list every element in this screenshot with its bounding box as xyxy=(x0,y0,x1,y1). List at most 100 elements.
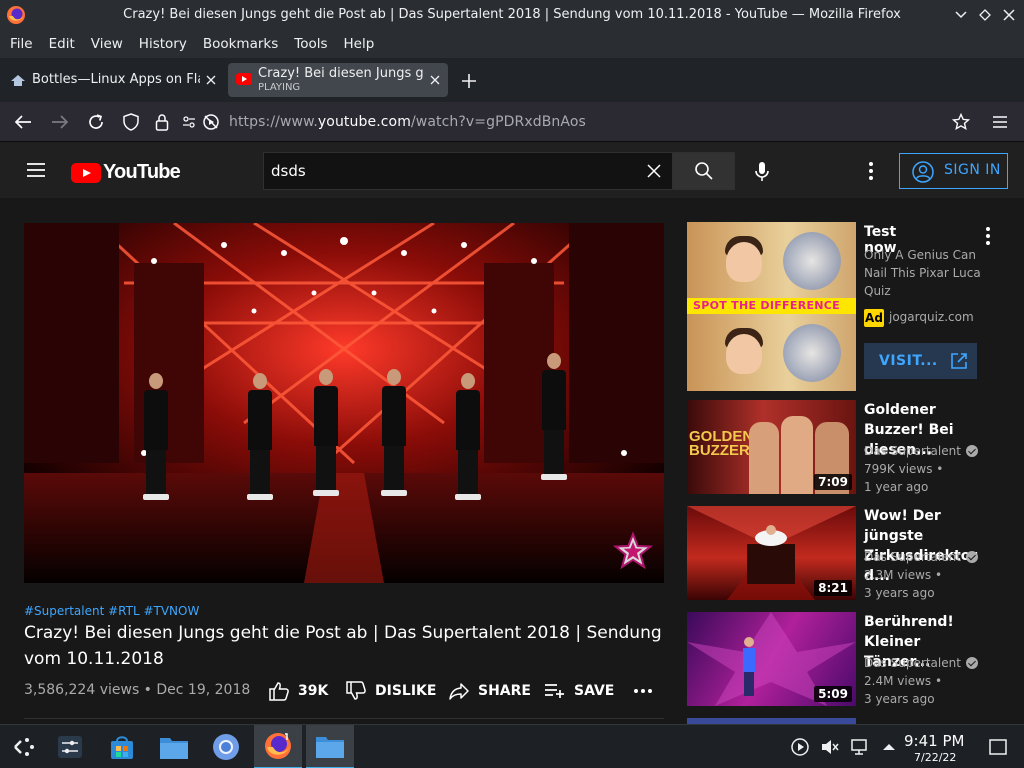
bookmark-star-button[interactable] xyxy=(950,111,972,133)
reload-button[interactable] xyxy=(85,111,107,133)
view-count: 2.4M views • xyxy=(864,674,943,688)
recommended-video[interactable]: 5:09 Berührend! Kleiner Tänzer... Das Su… xyxy=(687,612,1017,707)
menu-edit[interactable]: Edit xyxy=(41,30,83,58)
autoplay-blocked-icon[interactable] xyxy=(202,113,220,131)
tab-youtube-video[interactable]: Crazy! Bei diesen Jungs geh PLAYING xyxy=(228,63,448,97)
application-launcher-button[interactable] xyxy=(0,725,48,768)
guide-menu-icon[interactable] xyxy=(26,162,46,178)
minimize-button[interactable] xyxy=(950,4,972,26)
new-tab-icon[interactable] xyxy=(458,70,480,92)
media-player-icon[interactable] xyxy=(790,737,810,757)
youtube-wordmark: YouTube xyxy=(103,161,181,183)
performer xyxy=(246,373,274,500)
tab-playing-label: PLAYING xyxy=(258,82,301,93)
file-manager-taskbar[interactable] xyxy=(150,725,198,768)
settings-menu-button[interactable] xyxy=(862,159,880,183)
close-window-button[interactable] xyxy=(998,4,1020,26)
menu-bookmarks[interactable]: Bookmarks xyxy=(195,30,286,58)
system-settings-taskbar[interactable] xyxy=(46,725,94,768)
ad-description: Only A Genius Can Nail This Pixar Luca Q… xyxy=(864,248,981,298)
recommended-video[interactable]: GOLDEN BUZZER 7:09 Goldener Buzzer! Bei … xyxy=(687,400,1017,495)
maximize-button[interactable] xyxy=(974,4,996,26)
video-duration: 7:09 xyxy=(814,474,852,490)
search-button[interactable] xyxy=(672,152,735,190)
search-value: dsds xyxy=(271,162,306,180)
firefox-taskbar[interactable] xyxy=(254,725,302,768)
performer xyxy=(454,373,482,500)
url-text[interactable]: https://www.youtube.com/watch?v=gPDRxdBn… xyxy=(229,114,586,130)
verified-icon xyxy=(965,657,978,669)
app-menu-button[interactable] xyxy=(989,111,1011,133)
menu-tools[interactable]: Tools xyxy=(286,30,335,58)
video-player[interactable] xyxy=(24,223,664,583)
forward-button[interactable] xyxy=(49,111,71,133)
close-icon[interactable] xyxy=(204,73,218,87)
channel-name[interactable]: Das Supertalent xyxy=(864,550,978,564)
share-button[interactable]: SHARE xyxy=(448,679,531,703)
sign-in-label: SIGN IN xyxy=(944,162,1001,178)
ad-visit-label: VISIT... xyxy=(879,353,938,369)
performer xyxy=(380,369,408,496)
youtube-logo[interactable]: YouTube xyxy=(71,161,181,184)
tab-title: Crazy! Bei diesen Jungs geh xyxy=(258,66,424,81)
video-thumbnail[interactable]: 5:09 xyxy=(687,612,856,706)
clock-date[interactable]: 7/22/22 xyxy=(914,751,956,764)
menu-view[interactable]: View xyxy=(83,30,131,58)
dislike-label: DISLIKE xyxy=(375,683,437,699)
software-center-taskbar[interactable] xyxy=(98,725,146,768)
chromium-icon xyxy=(213,734,239,760)
more-vertical-icon[interactable] xyxy=(984,226,992,246)
performer xyxy=(312,369,340,496)
ad-badge: Ad xyxy=(864,309,884,327)
save-button[interactable]: SAVE xyxy=(544,679,614,703)
close-icon[interactable] xyxy=(428,73,442,87)
show-desktop-icon[interactable] xyxy=(988,737,1008,757)
shield-icon[interactable] xyxy=(123,113,139,131)
sign-in-button[interactable]: SIGN IN xyxy=(899,153,1008,189)
share-icon xyxy=(449,683,469,700)
video-thumbnail[interactable]: GOLDEN BUZZER 7:09 xyxy=(687,400,856,494)
thumbnail-text: GOLDEN BUZZER xyxy=(689,428,754,459)
file-manager-window-taskbar[interactable] xyxy=(306,725,354,768)
channel-name[interactable]: Das Supertalent xyxy=(864,656,978,670)
arrow-left-icon xyxy=(14,115,31,129)
diamond-icon xyxy=(979,9,991,21)
view-count: 799K views • xyxy=(864,462,944,476)
tab-title: Bottles—Linux Apps on Fla xyxy=(32,72,200,87)
chevron-up-icon[interactable] xyxy=(879,737,899,757)
dislike-button[interactable]: DISLIKE xyxy=(345,679,436,703)
divider xyxy=(24,718,664,719)
voice-search-button[interactable] xyxy=(743,153,781,191)
folder-icon xyxy=(160,738,188,759)
volume-muted-icon[interactable] xyxy=(820,737,840,757)
menu-help[interactable]: Help xyxy=(336,30,383,58)
video-hashtags[interactable]: #Supertalent #RTL #TVNOW xyxy=(24,604,199,618)
channel-name[interactable]: Das Supertalent xyxy=(864,444,978,458)
more-actions-button[interactable] xyxy=(634,679,660,703)
permissions-icon[interactable] xyxy=(182,115,196,129)
like-button[interactable]: 39K xyxy=(268,679,328,703)
url-bar[interactable]: https://www.youtube.com/watch?v=gPDRxdBn… xyxy=(116,106,986,138)
menu-history[interactable]: History xyxy=(131,30,195,58)
verified-icon xyxy=(965,445,978,457)
ad-domain: jogarquiz.com xyxy=(889,310,974,324)
clear-search-icon[interactable] xyxy=(646,163,662,179)
recommended-video[interactable]: 8:21 Wow! Der jüngste Zirkusdirektor d..… xyxy=(687,506,1017,601)
arrow-right-icon xyxy=(52,115,69,129)
network-icon[interactable] xyxy=(850,737,870,757)
upload-age: 1 year ago xyxy=(864,480,929,494)
clock-time[interactable]: 9:41 PM xyxy=(904,732,964,750)
search-input[interactable]: dsds xyxy=(263,152,673,190)
chromium-taskbar[interactable] xyxy=(202,725,250,768)
tab-bottles[interactable]: Bottles—Linux Apps on Fla xyxy=(2,63,224,97)
thumbs-down-icon xyxy=(346,681,366,700)
navigation-bar: https://www.youtube.com/watch?v=gPDRxdBn… xyxy=(0,102,1024,142)
ad-thumbnail[interactable]: SPOT THE DIFFERENCE xyxy=(687,222,856,391)
menu-file[interactable]: File xyxy=(2,30,41,58)
store-bag-icon xyxy=(111,736,133,759)
back-button[interactable] xyxy=(12,111,34,133)
ad-visit-button[interactable]: VISIT... xyxy=(864,343,977,379)
lock-icon[interactable] xyxy=(155,113,169,131)
video-thumbnail[interactable]: 8:21 xyxy=(687,506,856,600)
firefox-icon xyxy=(265,733,291,759)
